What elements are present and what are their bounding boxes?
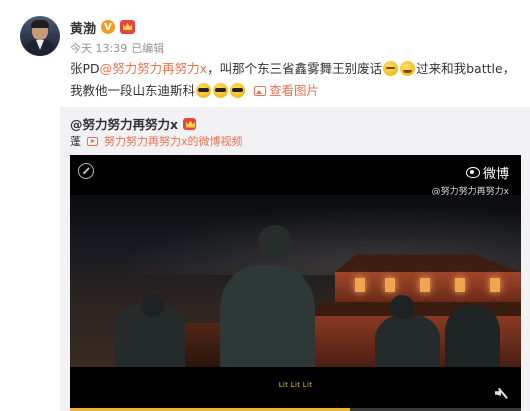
edited-label[interactable]: 已编辑 — [131, 40, 164, 56]
video-caption: Lit Lit Lit — [278, 381, 313, 389]
post-text-prefix: 张PD — [70, 61, 100, 76]
avatar[interactable] — [20, 16, 60, 56]
dancer-figure — [445, 305, 500, 367]
video-icon — [87, 136, 98, 146]
author-row: 黄渤 V — [70, 18, 136, 37]
video-menu-icon[interactable] — [78, 163, 94, 179]
sad-emoji-icon — [400, 61, 416, 76]
post-text: 张PD@努力努力再努力x，叫那个东三省鑫雾舞王别废话 过来和我battle， 我教… — [70, 58, 522, 102]
reposted-card: @努力努力再努力x 蓬 努力努力再努力x的微博视频 微博 @努力努力再努力x L… — [60, 107, 530, 411]
cool-emoji-icon — [230, 83, 246, 98]
video-top-bar: 微博 @努力努力再努力x — [70, 155, 521, 197]
post-meta: 今天 13:39 已编辑 — [70, 40, 164, 56]
repost-source-prefix: 蓬 — [70, 135, 81, 148]
video-player[interactable]: 微博 @努力努力再努力x Lit Lit Lit — [70, 155, 521, 411]
view-pictures-link[interactable]: 查看图片 — [269, 83, 319, 98]
video-frame — [70, 195, 521, 367]
crown-icon[interactable] — [183, 117, 197, 130]
cool-emoji-icon — [213, 83, 229, 98]
video-bottom-bar — [70, 367, 521, 411]
repost-source: 蓬 努力努力再努力x的微博视频 — [70, 133, 243, 149]
post-time[interactable]: 今天 13:39 — [70, 40, 127, 56]
weibo-brand: 微博 — [482, 167, 509, 182]
post-text-line2: 我教他一段山东迪斯科 — [70, 83, 196, 98]
weibo-post: 黄渤 V 今天 13:39 已编辑 张PD@努力努力再努力x，叫那个东三省鑫雾舞… — [0, 0, 530, 411]
v-badge-icon: V — [101, 20, 116, 34]
author-name[interactable]: 黄渤 — [70, 18, 96, 37]
sleepy-emoji-icon — [383, 61, 399, 76]
video-source-link[interactable]: 努力努力再努力x的微博视频 — [104, 133, 243, 149]
picture-icon[interactable] — [254, 86, 267, 96]
cool-emoji-icon — [196, 83, 212, 98]
dancer-figure — [375, 315, 440, 367]
repost-author[interactable]: @努力努力再努力x — [70, 114, 178, 133]
weibo-eye-icon — [465, 167, 480, 178]
post-text-body: ，叫那个东三省鑫雾舞王别废话 — [207, 61, 383, 76]
weibo-watermark: 微博 @努力努力再努力x — [432, 163, 509, 197]
dancer-figure — [220, 265, 315, 367]
mute-icon[interactable] — [495, 387, 509, 399]
post-text-mid: 过来和我battle， — [416, 61, 516, 76]
mention-link[interactable]: @努力努力再努力x — [100, 61, 207, 76]
crown-icon[interactable] — [120, 20, 136, 34]
repost-author-row: @努力努力再努力x — [70, 114, 197, 133]
